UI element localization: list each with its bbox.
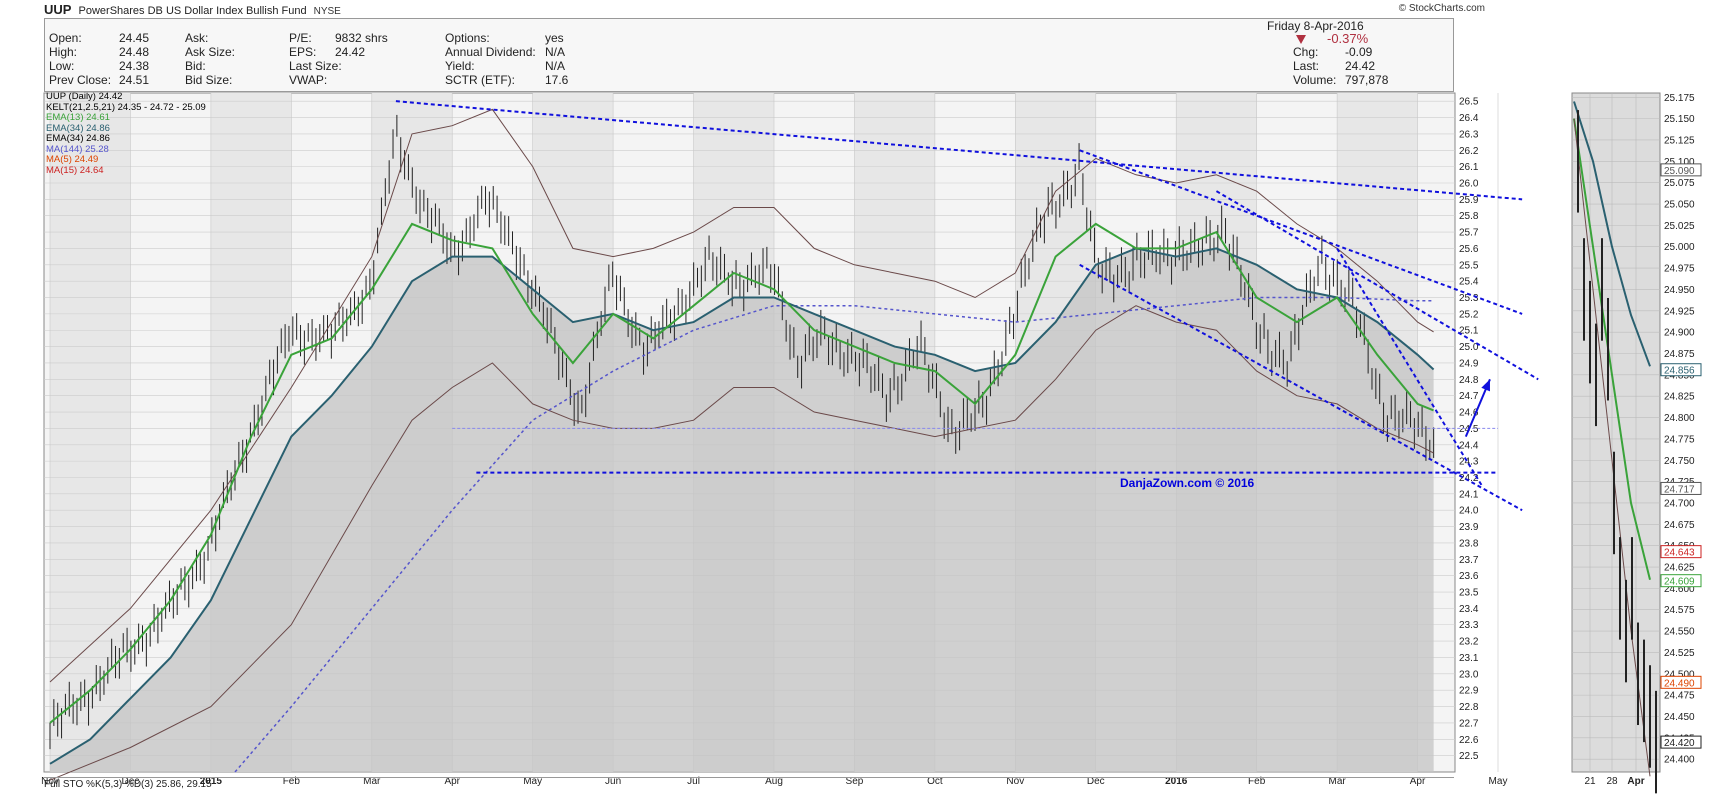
zoom-y-tick-label: 24.550	[1664, 627, 1695, 638]
y-tick-label: 22.7	[1459, 718, 1479, 729]
y-tick-label: 25.4	[1459, 277, 1479, 288]
zoom-y-tick-label: 24.575	[1664, 605, 1695, 616]
zoom-y-tick-label: 24.625	[1664, 563, 1695, 574]
y-tick-label: 25.7	[1459, 228, 1479, 239]
y-tick-label: 26.3	[1459, 129, 1479, 140]
zoom-y-tick-label: 24.400	[1664, 755, 1695, 766]
y-tick-label: 26.0	[1459, 178, 1479, 189]
zoom-y-tick-label: 24.900	[1664, 328, 1695, 339]
zoom-y-tick-label: 24.825	[1664, 392, 1695, 403]
y-tick-label: 24.4	[1459, 440, 1479, 451]
y-tick-label: 26.5	[1459, 97, 1479, 108]
x-tick-label: May	[1489, 776, 1508, 787]
zoom-y-tick-label: 24.750	[1664, 456, 1695, 467]
y-tick-label: 25.8	[1459, 211, 1479, 222]
y-tick-label: 24.8	[1459, 375, 1479, 386]
zoom-y-tick-label: 24.450	[1664, 712, 1695, 723]
full-sto-panel: Full STO %K(5,3) %D(3) 25.86, 29.15	[44, 777, 1454, 803]
legend-item: EMA(34) 24.86	[46, 133, 110, 144]
zoom-y-tick-label: 25.050	[1664, 200, 1695, 211]
zoom-x-tick-label: Apr	[1627, 776, 1644, 787]
zoom-x-tick-label: 28	[1606, 776, 1618, 787]
y-tick-label: 25.6	[1459, 244, 1479, 255]
price-tag-label: 24.717	[1664, 484, 1695, 495]
y-tick-label: 26.4	[1459, 113, 1479, 124]
zoom-y-tick-label: 24.800	[1664, 413, 1695, 424]
price-tag-label: 25.090	[1664, 166, 1695, 177]
price-tag-label: 24.490	[1664, 678, 1695, 689]
zoom-y-tick-label: 24.525	[1664, 648, 1695, 659]
y-tick-label: 22.6	[1459, 735, 1479, 746]
legend-item: MA(5) 24.49	[46, 154, 99, 165]
y-tick-label: 23.1	[1459, 653, 1479, 664]
zoom-y-tick-label: 24.950	[1664, 285, 1695, 296]
watermark: DanjaZown.com © 2016	[1120, 476, 1255, 490]
zoom-y-tick-label: 25.125	[1664, 135, 1695, 146]
y-tick-label: 22.8	[1459, 702, 1479, 713]
legend-item: UUP (Daily) 24.42	[46, 91, 123, 102]
y-tick-label: 23.8	[1459, 538, 1479, 549]
y-tick-label: 23.5	[1459, 588, 1479, 599]
zoom-y-tick-label: 25.000	[1664, 242, 1695, 253]
price-tag-label: 24.420	[1664, 738, 1695, 749]
zoom-y-tick-label: 24.700	[1664, 498, 1695, 509]
zoom-y-tick-label: 24.475	[1664, 691, 1695, 702]
y-tick-label: 23.6	[1459, 571, 1479, 582]
sto-label: Full STO %K(5,3) %D(3) 25.86, 29.15	[44, 779, 212, 790]
y-tick-label: 25.2	[1459, 309, 1479, 320]
price-tag-label: 24.609	[1664, 577, 1695, 588]
zoom-y-tick-label: 24.975	[1664, 264, 1695, 275]
indicator-legend: UUP (Daily) 24.42 KELT(21,2.5,21) 24.35 …	[46, 91, 206, 176]
zoom-y-tick-label: 24.875	[1664, 349, 1695, 360]
zoom-y-tick-label: 24.675	[1664, 520, 1695, 531]
y-tick-label: 23.9	[1459, 522, 1479, 533]
y-tick-label: 25.9	[1459, 195, 1479, 206]
y-tick-label: 24.7	[1459, 391, 1479, 402]
y-tick-label: 23.4	[1459, 604, 1479, 615]
y-tick-label: 22.9	[1459, 686, 1479, 697]
y-tick-label: 23.3	[1459, 620, 1479, 631]
y-tick-label: 26.1	[1459, 162, 1479, 173]
zoom-y-tick-label: 25.175	[1664, 93, 1695, 104]
main-price-chart[interactable]: 22.5 22.6 22.7 22.8 22.9 23.0 23.1 23.2 23.3 23.4…	[0, 0, 1715, 802]
y-tick-label: 24.0	[1459, 506, 1479, 517]
legend-item: EMA(13) 24.61	[46, 112, 110, 123]
zoom-y-tick-label: 24.775	[1664, 434, 1695, 445]
y-tick-label: 24.1	[1459, 489, 1479, 500]
y-tick-label: 23.7	[1459, 555, 1479, 566]
price-tag-label: 24.643	[1664, 548, 1695, 559]
y-tick-label: 25.1	[1459, 326, 1479, 337]
zoom-y-tick-label: 25.075	[1664, 178, 1695, 189]
legend-item: MA(15) 24.64	[46, 164, 104, 176]
y-tick-label: 22.5	[1459, 751, 1479, 762]
zoom-y-tick-label: 25.150	[1664, 114, 1695, 125]
zoom-y-tick-label: 25.025	[1664, 221, 1695, 232]
y-tick-label: 23.0	[1459, 669, 1479, 680]
y-tick-label: 24.9	[1459, 358, 1479, 369]
y-tick-label: 24.2	[1459, 473, 1479, 484]
zoom-x-tick-label: 21	[1584, 776, 1596, 787]
y-tick-label: 23.2	[1459, 637, 1479, 648]
price-tag-label: 24.856	[1664, 366, 1695, 377]
y-tick-label: 25.5	[1459, 260, 1479, 271]
month-band	[50, 93, 131, 772]
zoom-y-tick-label: 24.925	[1664, 306, 1695, 317]
y-tick-label: 26.2	[1459, 146, 1479, 157]
